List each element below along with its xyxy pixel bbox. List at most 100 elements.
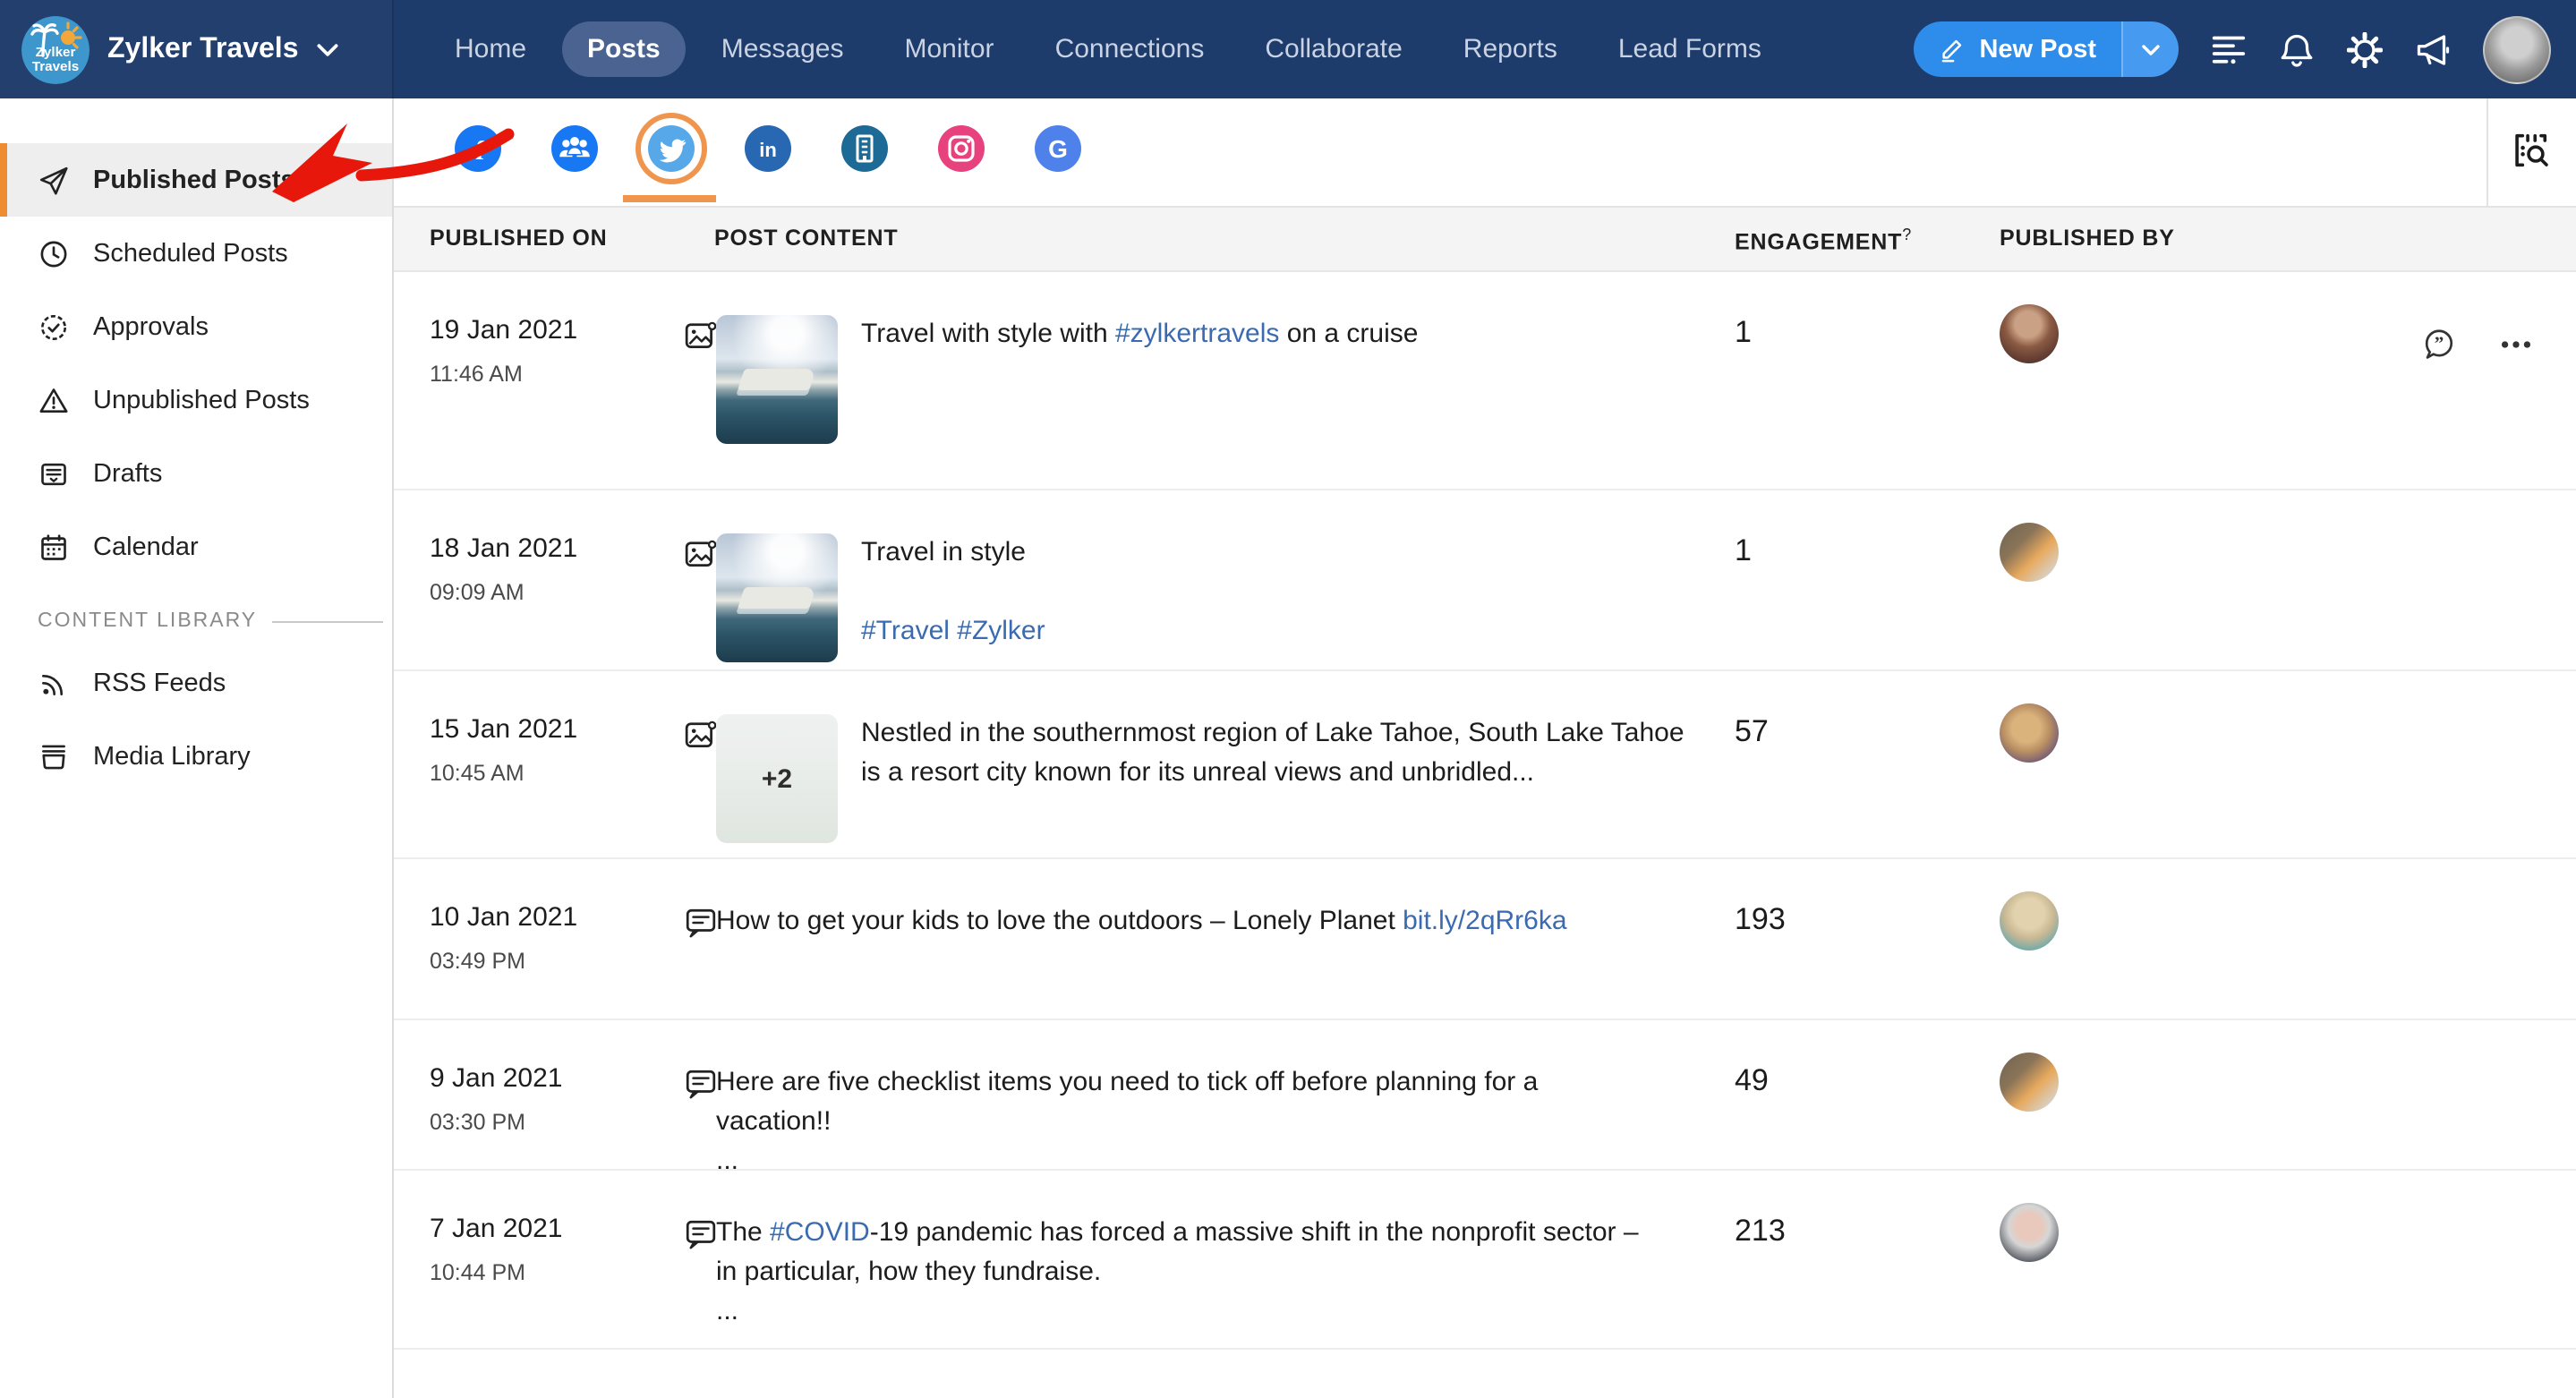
paper-plane-icon [38, 164, 70, 196]
publisher-avatar[interactable] [2000, 523, 2059, 582]
linkedin-page-icon[interactable] [841, 125, 888, 172]
facebook-group-icon[interactable] [551, 125, 598, 172]
publisher-avatar[interactable] [2000, 891, 2059, 950]
col-published-on: PUBLISHED ON [430, 226, 608, 251]
sidebar-item-label: Scheduled Posts [93, 239, 288, 268]
post-content[interactable]: Here are five checklist items you need t… [716, 1063, 1647, 1181]
post-thumbnail[interactable] [716, 533, 838, 662]
published-on-cell: 7 Jan 2021 10:44 PM [430, 1214, 562, 1285]
section-label: CONTENT LIBRARY [38, 610, 257, 632]
table-row[interactable]: 10 Jan 2021 03:49 PM How to get your kid… [394, 859, 2576, 1020]
post-link[interactable]: #zylkertravels [1115, 319, 1279, 349]
image-post-icon [684, 718, 718, 752]
sidebar-item-rss-feeds[interactable]: RSS Feeds [0, 646, 392, 720]
new-post-dropdown[interactable] [2121, 21, 2179, 77]
linkedin-icon[interactable]: in [745, 125, 791, 172]
bell-icon[interactable] [2279, 31, 2315, 67]
svg-text:”: ” [2435, 332, 2444, 354]
engagement-count: 49 [1735, 1063, 1769, 1099]
sidebar-item-unpublished-posts[interactable]: Unpublished Posts [0, 363, 392, 437]
google-my-business-icon[interactable]: G [1035, 125, 1081, 172]
col-published-by: PUBLISHED BY [2000, 226, 2175, 251]
published-on-cell: 18 Jan 2021 09:09 AM [430, 533, 577, 605]
channel-bar: f [394, 98, 2576, 208]
calendar-icon [38, 531, 70, 563]
user-avatar[interactable] [2483, 15, 2551, 83]
brand-switcher[interactable]: Zylker Travels Zylker Travels [0, 0, 394, 98]
publisher-avatar[interactable] [2000, 1203, 2059, 1262]
sidebar-item-scheduled-posts[interactable]: Scheduled Posts [0, 217, 392, 290]
warning-icon [38, 384, 70, 416]
app-window: Zylker Travels Zylker Travels Home Posts… [0, 0, 2576, 1398]
post-date: 18 Jan 2021 [430, 533, 577, 564]
table-row[interactable]: 18 Jan 2021 09:09 AM Travel in style#Tra… [394, 490, 2576, 671]
table-row[interactable]: 7 Jan 2021 10:44 PM The #COVID-19 pandem… [394, 1171, 2576, 1350]
brand-logo: Zylker Travels [21, 15, 90, 83]
search-posts-icon[interactable] [2508, 129, 2551, 172]
post-content[interactable]: Travel in style#Travel #Zylker [861, 533, 1702, 652]
nav-home[interactable]: Home [430, 21, 551, 77]
drafts-icon [38, 457, 70, 490]
post-thumbnail[interactable] [716, 315, 838, 444]
post-time: 09:09 AM [430, 580, 577, 605]
facebook-icon[interactable]: f [455, 125, 501, 172]
sidebar-item-drafts[interactable]: Drafts [0, 437, 392, 510]
new-post-main[interactable]: New Post [1913, 21, 2121, 77]
nav-connections[interactable]: Connections [1030, 21, 1230, 77]
post-date: 7 Jan 2021 [430, 1214, 562, 1244]
nav-lead-forms[interactable]: Lead Forms [1593, 21, 1787, 77]
image-post-icon [684, 319, 718, 353]
media-icon [38, 740, 70, 772]
sidebar-item-approvals[interactable]: Approvals [0, 290, 392, 363]
post-link[interactable]: #COVID [770, 1217, 870, 1248]
gear-icon[interactable] [2347, 31, 2383, 67]
post-date: 9 Jan 2021 [430, 1063, 562, 1094]
engagement-count: 1 [1735, 533, 1752, 569]
svg-text:Travels: Travels [32, 58, 79, 73]
sidebar-item-media-library[interactable]: Media Library [0, 720, 392, 793]
table-row[interactable]: 9 Jan 2021 03:30 PM Here are five checkl… [394, 1020, 2576, 1171]
brand-name: Zylker Travels [107, 33, 299, 65]
engagement-help-icon[interactable]: ? [1902, 226, 1912, 243]
sidebar-item-label: Approvals [93, 312, 209, 341]
brand-chevron-down-icon[interactable] [317, 40, 338, 58]
pencil-icon [1938, 36, 1965, 63]
more-options-icon[interactable] [2497, 326, 2535, 363]
text-post-icon [684, 906, 718, 940]
post-content[interactable]: The #COVID-19 pandemic has forced a mass… [716, 1214, 1647, 1332]
sidebar-item-published-posts[interactable]: Published Posts [0, 143, 392, 217]
instagram-icon[interactable] [938, 125, 985, 172]
sidebar-item-label: Drafts [93, 459, 162, 488]
table-row[interactable]: 19 Jan 2021 11:46 AM Travel with style w… [394, 272, 2576, 490]
nav-monitor[interactable]: Monitor [880, 21, 1019, 77]
sidebar-item-label: Media Library [93, 742, 251, 771]
content-library-section: CONTENT LIBRARY [38, 610, 392, 632]
text-post-icon [684, 1217, 718, 1251]
nav-messages[interactable]: Messages [696, 21, 869, 77]
publisher-avatar[interactable] [2000, 304, 2059, 363]
sidebar-item-calendar[interactable]: Calendar [0, 510, 392, 584]
nav-posts[interactable]: Posts [562, 21, 686, 77]
post-link[interactable]: bit.ly/2qRr6ka [1403, 906, 1566, 936]
quote-bubble-icon[interactable]: ” [2420, 326, 2458, 363]
svg-text:G: G [1048, 135, 1068, 163]
megaphone-icon[interactable] [2415, 31, 2451, 67]
more-images-badge: +2 [762, 763, 792, 794]
nav-reports[interactable]: Reports [1438, 21, 1582, 77]
twitter-icon[interactable] [648, 125, 695, 172]
nav-collaborate[interactable]: Collaborate [1240, 21, 1427, 77]
post-content[interactable]: How to get your kids to love the outdoor… [716, 902, 1647, 942]
post-thumbnail-multi[interactable]: +2 [716, 714, 838, 843]
table-row[interactable]: 15 Jan 2021 10:45 AM +2 Nestled in the s… [394, 671, 2576, 859]
publisher-avatar[interactable] [2000, 1053, 2059, 1112]
table-header: PUBLISHED ON POST CONTENT ENGAGEMENT? PU… [394, 208, 2576, 272]
main-area: f [394, 98, 2576, 1398]
post-content[interactable]: Travel with style with #zylkertravels on… [861, 315, 1702, 354]
publisher-avatar[interactable] [2000, 703, 2059, 763]
post-content[interactable]: Nestled in the southernmost region of La… [861, 714, 1702, 793]
feed-icon[interactable] [2211, 31, 2247, 67]
new-post-button[interactable]: New Post [1913, 21, 2179, 77]
svg-text:Zylker: Zylker [36, 44, 76, 59]
sidebar-item-label: RSS Feeds [93, 669, 226, 697]
post-link[interactable]: #Travel #Zylker [861, 616, 1045, 646]
